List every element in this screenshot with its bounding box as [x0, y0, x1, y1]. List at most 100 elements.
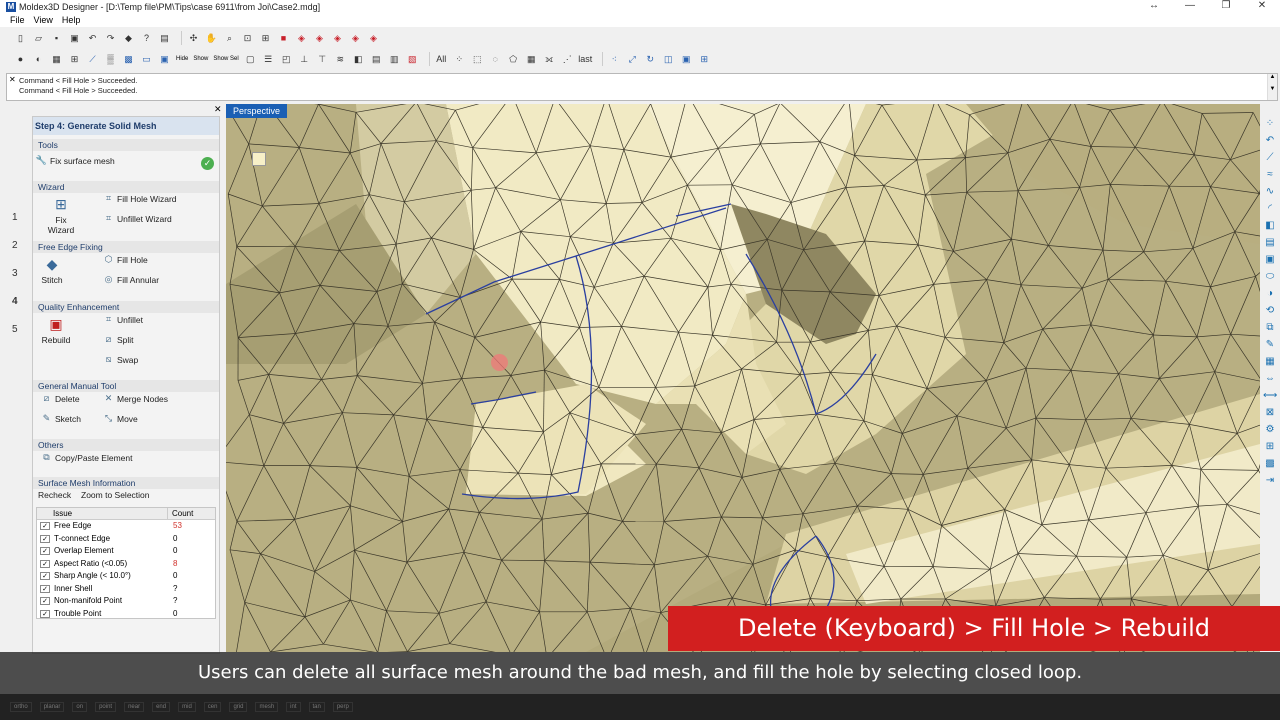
solid-view-icon[interactable]: ■	[277, 32, 290, 45]
monitor-icon[interactable]: ▭	[140, 53, 153, 66]
select-circle-icon[interactable]: ◌	[489, 53, 502, 66]
show-sel-label[interactable]: Show Sel	[213, 56, 238, 62]
surface-mesh-render[interactable]	[226, 104, 1260, 652]
unfillet-button[interactable]: ⌗ Unfillet	[103, 314, 143, 325]
split-button[interactable]: ⧄ Split	[103, 334, 134, 345]
spline-tool-icon[interactable]: ∿	[1263, 185, 1277, 199]
issue-checkbox[interactable]: ✓	[40, 534, 50, 543]
menu-help[interactable]: Help	[62, 15, 81, 25]
mesh-icon[interactable]: ▦	[50, 53, 63, 66]
measure-icon[interactable]: ⤢	[626, 53, 639, 66]
filter-icon[interactable]: ▧	[406, 53, 419, 66]
zoom-icon[interactable]: ⌕	[223, 32, 236, 45]
save-as-icon[interactable]: ▣	[68, 32, 81, 45]
measure-tool-icon[interactable]: ⟷	[1263, 389, 1277, 403]
view-right-icon[interactable]: ◈	[349, 32, 362, 45]
step-3[interactable]: 3	[12, 268, 18, 279]
arc-tool-icon[interactable]: ◜	[1263, 202, 1277, 216]
insert-icon[interactable]: ◧	[352, 53, 365, 66]
cylinder-tool-icon[interactable]: ⬭	[1263, 270, 1277, 284]
eraser-icon[interactable]: ◆	[122, 32, 135, 45]
edit-tool-icon[interactable]: ✎	[1263, 338, 1277, 352]
3d-viewport[interactable]	[226, 104, 1260, 652]
select-connected-icon[interactable]: ⟗	[543, 53, 556, 66]
sketch-button[interactable]: ✎ Sketch	[41, 413, 81, 424]
save-icon[interactable]: ▪	[50, 32, 63, 45]
cooling-icon[interactable]: ≋	[334, 53, 347, 66]
status-toggle-tan[interactable]: tan	[308, 702, 325, 712]
merge-nodes-button[interactable]: ✕ Merge Nodes	[103, 393, 168, 404]
select-window-icon[interactable]: ⬚	[471, 53, 484, 66]
status-toggle-point[interactable]: point	[95, 702, 117, 712]
extrude-tool-icon[interactable]: ▤	[1263, 236, 1277, 250]
issue-checkbox[interactable]: ✓	[40, 547, 50, 555]
color-tool-icon[interactable]: ▩	[1263, 457, 1277, 471]
select-edge-icon[interactable]: ⋰	[561, 53, 574, 66]
point-tool-icon[interactable]: ⁘	[1263, 117, 1277, 131]
cube-icon[interactable]: ▣	[158, 53, 171, 66]
grid-icon[interactable]: ⊞	[68, 53, 81, 66]
status-toggle-near[interactable]: near	[124, 702, 145, 712]
maximize-button[interactable]: ❐	[1208, 0, 1244, 13]
undo-icon[interactable]: ↶	[86, 32, 99, 45]
log-scrollbar[interactable]: ▲ ▼	[1267, 74, 1277, 100]
issue-checkbox[interactable]: ✓	[40, 572, 50, 580]
issue-checkbox[interactable]: ✓	[40, 584, 50, 593]
layer-stack-icon[interactable]: ☰	[262, 53, 275, 66]
new-file-icon[interactable]: ▯	[14, 32, 27, 45]
color-icon[interactable]: ▩	[122, 53, 135, 66]
menu-view[interactable]: View	[34, 15, 53, 25]
select-face-icon[interactable]: ▦	[525, 53, 538, 66]
status-toggle-int[interactable]: int	[286, 702, 301, 712]
status-toggle-perp[interactable]: perp	[332, 702, 353, 712]
fill-hole-wizard-button[interactable]: ⌗ Fill Hole Wizard	[103, 193, 177, 204]
unfillet-wizard-button[interactable]: ⌗ Unfillet Wizard	[103, 213, 172, 224]
select-box-icon[interactable]: ▢	[244, 53, 257, 66]
view-cube-icon[interactable]	[252, 152, 266, 166]
surface-tool-icon[interactable]: ◧	[1263, 219, 1277, 233]
gate-icon[interactable]: ⊤	[316, 53, 329, 66]
step-2[interactable]: 2	[12, 240, 18, 251]
status-toggle-mesh[interactable]: mesh	[255, 702, 279, 712]
issue-checkbox[interactable]: ✓	[40, 559, 50, 568]
open-folder-icon[interactable]: ▱	[32, 32, 45, 45]
rotate-view-icon[interactable]: ↻	[644, 53, 657, 66]
status-toggle-cen[interactable]: cen	[203, 702, 222, 712]
status-toggle-on[interactable]: on	[72, 702, 88, 712]
select-last-icon[interactable]: last	[578, 53, 592, 66]
redo-icon[interactable]: ↷	[104, 32, 117, 45]
swap-button[interactable]: ⧅ Swap	[103, 354, 139, 365]
fill-hole-button[interactable]: ⬡ Fill Hole	[103, 254, 148, 265]
calculator-icon[interactable]: ▤	[158, 32, 171, 45]
view-iso-icon[interactable]: ◈	[367, 32, 380, 45]
select-nodes-icon[interactable]: ⁘	[453, 53, 466, 66]
issue-row[interactable]: ✓ Sharp Angle (< 10.0°) 0	[37, 570, 215, 583]
display-settings-icon[interactable]: ▣	[680, 53, 693, 66]
panel-close-icon[interactable]: ✕	[214, 104, 222, 115]
issue-row[interactable]: ✓ Free Edge 53	[37, 520, 215, 533]
curve-tool-icon[interactable]: ↶	[1263, 134, 1277, 148]
copy-paste-button[interactable]: ⧉ Copy/Paste Element	[41, 452, 132, 463]
runner-icon[interactable]: ⊥	[298, 53, 311, 66]
attribute-tool-icon[interactable]: ▦	[1263, 355, 1277, 369]
show-label[interactable]: Show	[193, 56, 208, 62]
edge-icon[interactable]: ⟋	[86, 53, 99, 66]
view-left-icon[interactable]: ◈	[331, 32, 344, 45]
line-tool-icon[interactable]: ⟋	[1263, 151, 1277, 165]
help-icon[interactable]: ?	[140, 32, 153, 45]
minimize-button[interactable]: —	[1172, 0, 1208, 13]
issue-row[interactable]: ✓ Overlap Element 0	[37, 545, 215, 558]
part-icon[interactable]: ◰	[280, 53, 293, 66]
delete-button[interactable]: ⧄ Delete	[41, 393, 80, 404]
close-log-icon[interactable]: ✕	[9, 75, 16, 84]
issue-row[interactable]: ✓ T-connect Edge 0	[37, 533, 215, 546]
issue-row[interactable]: ✓ Inner Shell?	[37, 583, 215, 596]
copy-tool-icon[interactable]: ⧉	[1263, 321, 1277, 335]
boolean-tool-icon[interactable]: ◑	[1263, 287, 1277, 301]
recheck-button[interactable]: Recheck	[38, 490, 71, 500]
fix-wizard-button[interactable]: ⊞ Fix Wizard	[41, 195, 81, 236]
fit-view-icon[interactable]: ⊞	[259, 32, 272, 45]
status-toggle-ortho[interactable]: ortho	[10, 702, 32, 712]
view-front-icon[interactable]: ◈	[295, 32, 308, 45]
status-toggle-mid[interactable]: mid	[178, 702, 196, 712]
